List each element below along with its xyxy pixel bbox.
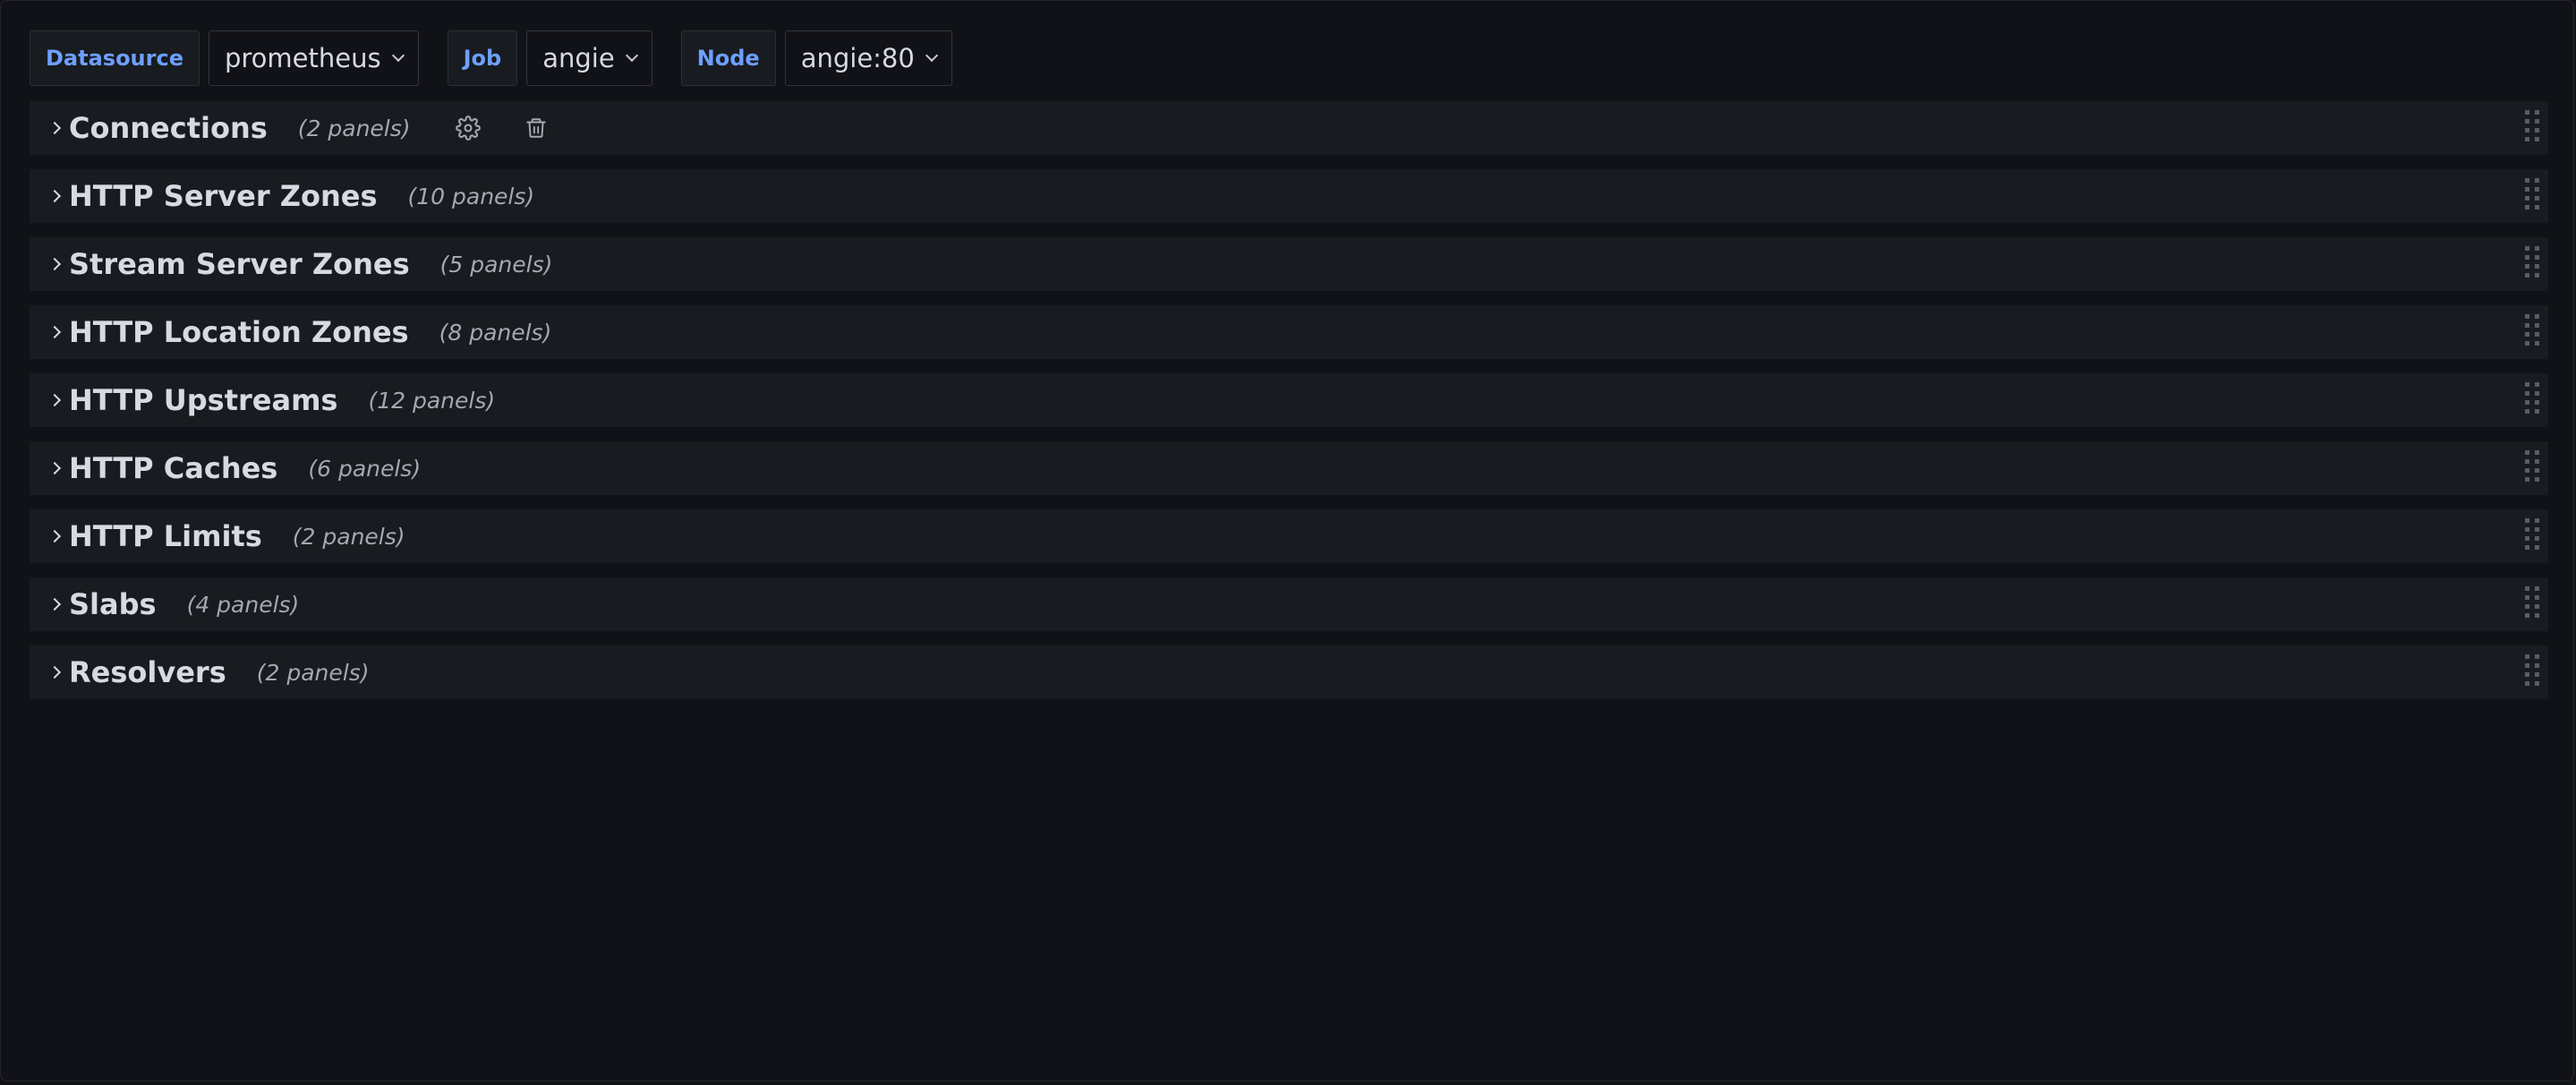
row-connections[interactable]: Connections (2 panels) (30, 101, 2548, 155)
row-panel-count: (2 panels) (256, 659, 370, 686)
row-http-upstreams[interactable]: HTTP Upstreams (12 panels) (30, 373, 2548, 427)
variable-select-node[interactable]: angie:80 (784, 30, 952, 86)
row-panel-count: (6 panels) (308, 455, 422, 482)
chevron-down-icon (925, 48, 938, 63)
row-title[interactable]: Resolvers (69, 655, 226, 689)
row-http-server-zones[interactable]: HTTP Server Zones (10 panels) (30, 169, 2548, 223)
chevron-right-icon[interactable] (46, 237, 67, 291)
row-panel-count: (4 panels) (186, 591, 300, 618)
variable-label-job: Job (447, 30, 518, 86)
row-http-caches[interactable]: HTTP Caches (6 panels) (30, 441, 2548, 495)
variable-value-datasource: prometheus (224, 43, 381, 73)
trash-icon[interactable] (522, 114, 550, 142)
drag-handle-icon[interactable] (2525, 450, 2539, 486)
drag-handle-icon[interactable] (2525, 178, 2539, 214)
row-panel-count: (2 panels) (292, 523, 405, 550)
drag-handle-icon[interactable] (2525, 382, 2539, 418)
row-title[interactable]: HTTP Limits (69, 519, 262, 553)
variable-label-node: Node (680, 30, 776, 86)
row-actions (454, 114, 590, 142)
row-title[interactable]: Stream Server Zones (69, 247, 410, 281)
chevron-right-icon[interactable] (46, 169, 67, 223)
variable-value-job: angie (542, 43, 615, 73)
row-resolvers[interactable]: Resolvers (2 panels) (30, 645, 2548, 699)
chevron-down-icon (625, 48, 638, 63)
variable-select-job[interactable]: angie (526, 30, 653, 86)
row-title[interactable]: HTTP Upstreams (69, 383, 337, 417)
chevron-right-icon[interactable] (46, 373, 67, 427)
row-http-limits[interactable]: HTTP Limits (2 panels) (30, 509, 2548, 563)
variable-job: Job angie (447, 30, 653, 86)
row-stream-server-zones[interactable]: Stream Server Zones (5 panels) (30, 237, 2548, 291)
variable-value-node: angie:80 (800, 43, 915, 73)
row-title[interactable]: HTTP Caches (69, 451, 277, 485)
row-title[interactable]: HTTP Location Zones (69, 315, 409, 349)
variable-label-datasource: Datasource (30, 30, 200, 86)
drag-handle-icon[interactable] (2525, 586, 2539, 622)
row-panel-count: (10 panels) (407, 183, 535, 209)
row-panel-count: (12 panels) (368, 387, 496, 414)
drag-handle-icon[interactable] (2525, 110, 2539, 146)
chevron-right-icon[interactable] (46, 101, 67, 155)
dashboard-frame: Datasource prometheus Job angie Node ang… (0, 0, 2574, 1081)
chevron-right-icon[interactable] (46, 577, 67, 631)
variable-node: Node angie:80 (680, 30, 952, 86)
chevron-right-icon[interactable] (46, 509, 67, 563)
drag-handle-icon[interactable] (2525, 654, 2539, 690)
row-title[interactable]: Slabs (69, 587, 157, 621)
drag-handle-icon[interactable] (2525, 518, 2539, 554)
variable-select-datasource[interactable]: prometheus (208, 30, 419, 86)
row-slabs[interactable]: Slabs (4 panels) (30, 577, 2548, 631)
chevron-right-icon[interactable] (46, 645, 67, 699)
row-panel-count: (5 panels) (439, 251, 553, 278)
row-title[interactable]: Connections (69, 111, 268, 145)
chevron-right-icon[interactable] (46, 305, 67, 359)
chevron-down-icon (391, 48, 405, 63)
row-title[interactable]: HTTP Server Zones (69, 179, 378, 213)
variable-datasource: Datasource prometheus (30, 30, 419, 86)
row-panel-count: (8 panels) (439, 319, 552, 346)
dashboard-rows: Connections (2 panels) HTTP Server Zones… (30, 101, 2548, 713)
drag-handle-icon[interactable] (2525, 314, 2539, 350)
row-panel-count: (2 panels) (297, 115, 411, 141)
gear-icon[interactable] (454, 114, 482, 142)
variables-bar: Datasource prometheus Job angie Node ang… (30, 30, 981, 87)
drag-handle-icon[interactable] (2525, 246, 2539, 282)
chevron-right-icon[interactable] (46, 441, 67, 495)
row-http-location-zones[interactable]: HTTP Location Zones (8 panels) (30, 305, 2548, 359)
